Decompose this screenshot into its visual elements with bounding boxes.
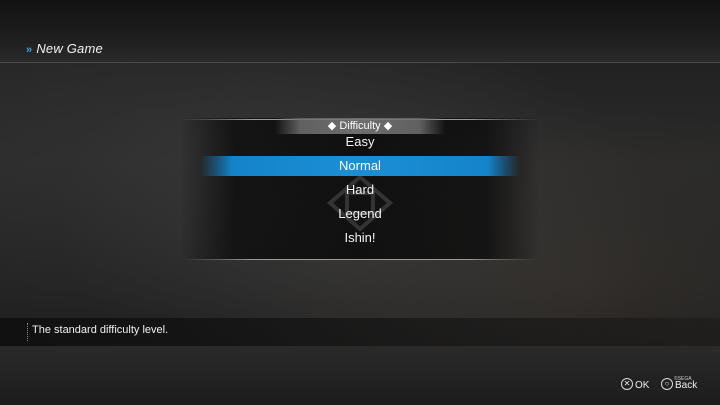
difficulty-option-ishin[interactable]: Ishin!: [200, 228, 520, 248]
header-bar: » New Game: [0, 0, 720, 63]
footer-bar: [0, 346, 720, 405]
difficulty-option-legend[interactable]: Legend: [200, 204, 520, 224]
page-title-label: New Game: [36, 41, 103, 56]
circle-button-icon: ○: [661, 378, 673, 391]
ok-label: OK: [635, 380, 650, 391]
difficulty-option-normal[interactable]: Normal: [200, 156, 520, 176]
cross-button-icon: ✕: [621, 378, 633, 391]
page-title: » New Game: [26, 41, 103, 56]
difficulty-option-hard[interactable]: Hard: [200, 180, 520, 200]
description-bar: The standard difficulty level.: [0, 318, 720, 346]
menu-bottom-divider: [180, 259, 540, 260]
game-screen: » New Game ◆ Difficulty ◆ Easy Normal Har…: [0, 0, 720, 405]
ok-prompt[interactable]: ✕ OK: [621, 378, 650, 393]
copyright-notice: ©SEGA: [674, 376, 692, 382]
description-marker: [27, 323, 29, 341]
description-text: The standard difficulty level.: [32, 324, 169, 336]
difficulty-option-easy[interactable]: Easy: [200, 132, 520, 152]
difficulty-menu: ◆ Difficulty ◆ Easy Normal Hard Legend I…: [180, 118, 540, 260]
chevron-right-icon: »: [26, 44, 33, 56]
